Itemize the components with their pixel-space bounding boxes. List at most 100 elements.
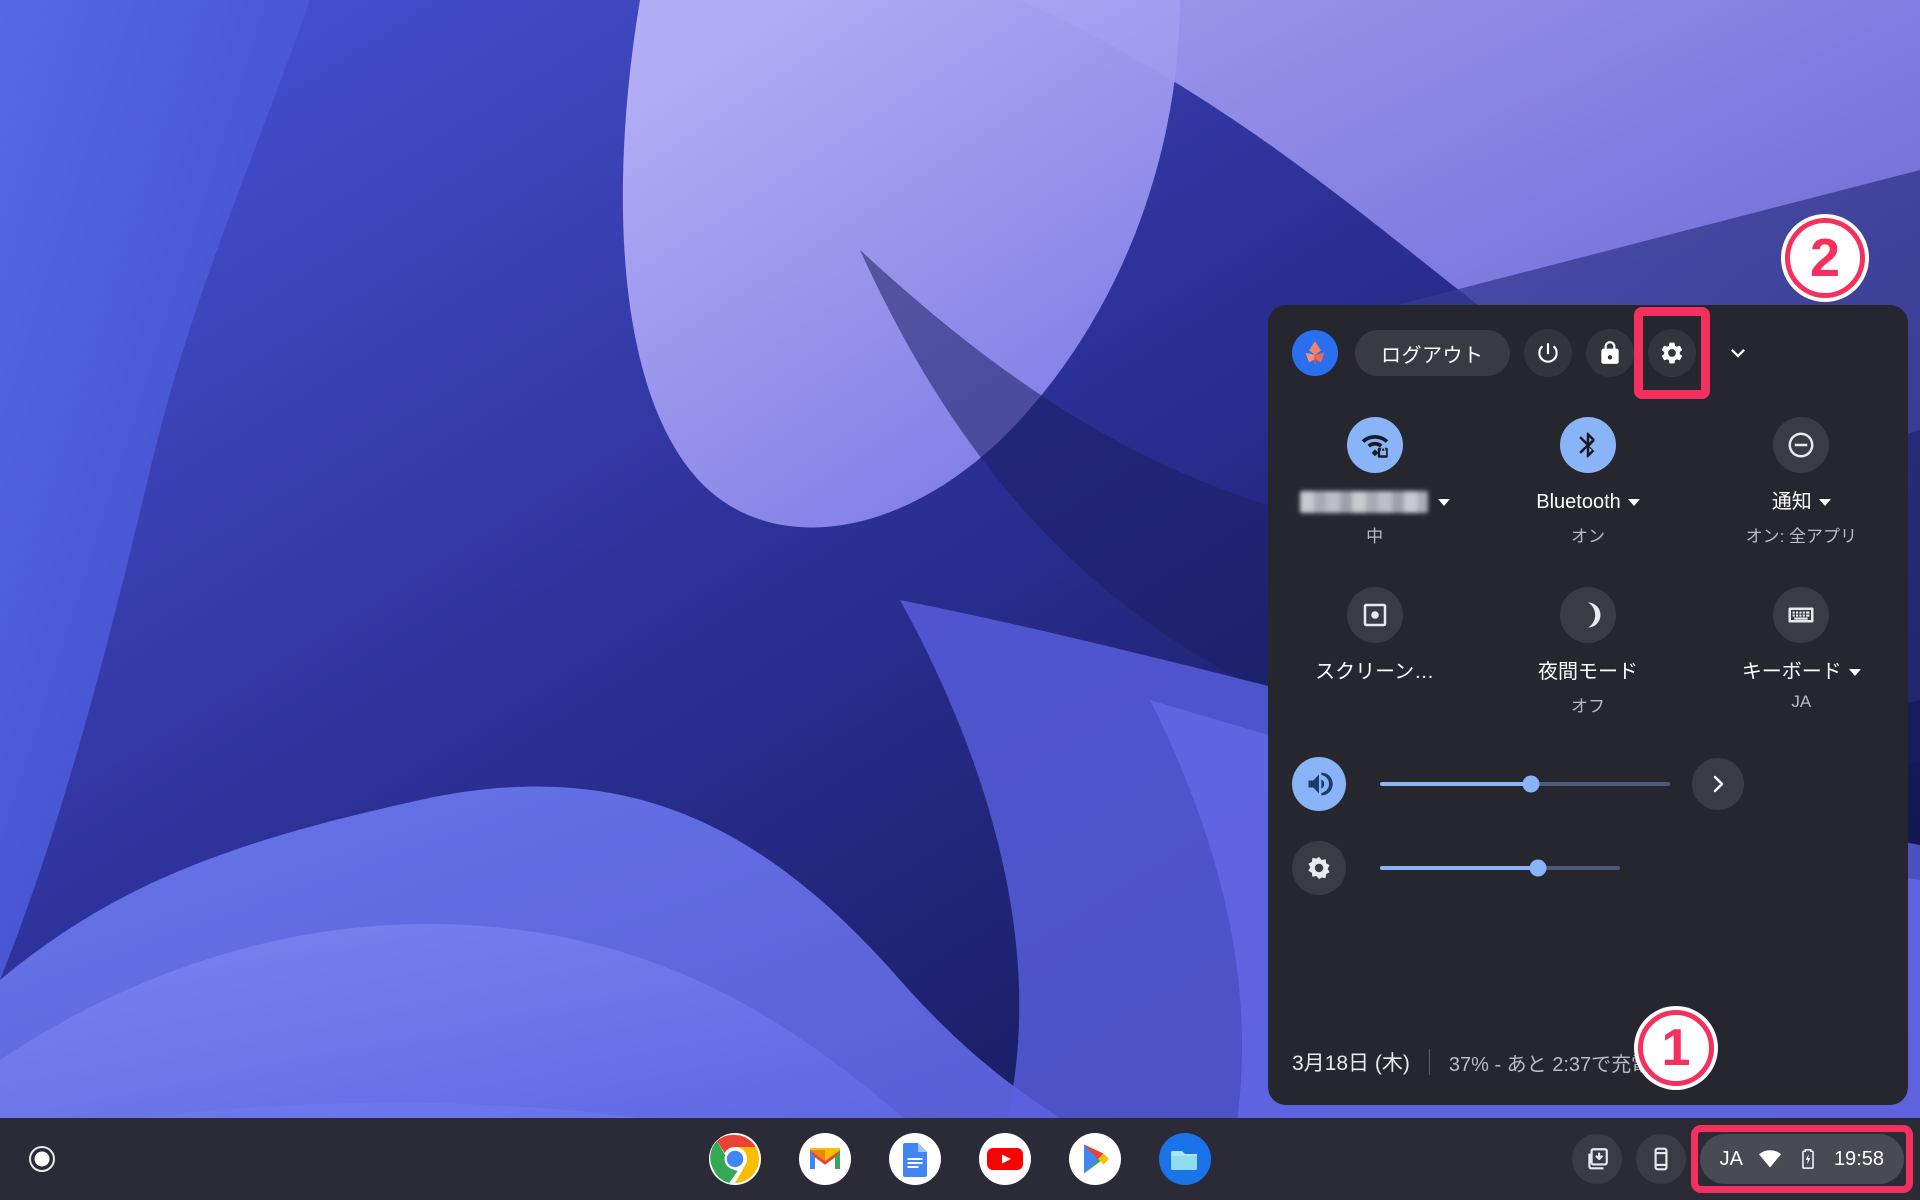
do-not-disturb-icon [1788, 432, 1814, 458]
sign-out-label: ログアウト [1381, 344, 1484, 367]
power-button[interactable] [1523, 329, 1572, 377]
tile-bluetooth-label: Bluetooth [1536, 491, 1640, 513]
launcher-circle-icon [29, 1146, 55, 1172]
sign-out-button[interactable]: ログアウト [1355, 330, 1510, 376]
tile-night-light[interactable]: 夜間モード オフ [1481, 587, 1694, 717]
clock-label[interactable]: 19:58 [1834, 1148, 1884, 1171]
shelf-app-youtube[interactable] [978, 1132, 1032, 1186]
phone-hub-icon [1654, 1147, 1668, 1171]
tile-keyboard-circle [1773, 587, 1830, 643]
date-label[interactable]: 3月18日 (木) [1292, 1047, 1410, 1077]
power-icon [1537, 343, 1558, 363]
network-ssid-redacted [1299, 491, 1428, 513]
tile-network-circle [1346, 417, 1403, 473]
tile-bluetooth-circle [1559, 417, 1616, 473]
volume-slider-knob[interactable] [1522, 775, 1540, 793]
brightness-button[interactable] [1292, 841, 1346, 895]
shelf-app-gmail[interactable] [798, 1132, 852, 1186]
shelf-app-chrome[interactable] [708, 1132, 762, 1186]
gmail-icon [799, 1133, 851, 1185]
brightness-slider-knob[interactable] [1529, 859, 1547, 877]
screen-capture-tray-icon [1587, 1148, 1608, 1170]
butterfly-avatar-icon [1305, 341, 1325, 365]
lock-button[interactable] [1585, 329, 1634, 377]
tile-network[interactable]: 中 [1268, 417, 1481, 547]
volume-mute-button[interactable] [1292, 757, 1346, 811]
chevron-down-icon [1848, 668, 1861, 676]
screen-capture-icon [1363, 603, 1386, 627]
shelf-app-docs[interactable] [888, 1132, 942, 1186]
desktop-root: ログアウト 中 Bluetooth オン 通知 オン: 全アプリ スクリーン… … [0, 0, 1920, 1200]
docs-icon [889, 1133, 941, 1185]
play-store-icon [1069, 1133, 1121, 1185]
ime-indicator[interactable]: JA [1720, 1148, 1743, 1171]
tile-bluetooth-sublabel: オン [1570, 527, 1605, 546]
audio-settings-button[interactable] [1692, 758, 1744, 810]
tile-keyboard-label-text: キーボード [1741, 661, 1842, 683]
tile-night-light-sublabel: オフ [1570, 697, 1605, 716]
tile-night-light-label: 夜間モード [1538, 661, 1638, 683]
step-marker-2: 2 [1785, 218, 1865, 298]
brightness-slider-row [1292, 839, 1888, 897]
tile-notifications[interactable]: 通知 オン: 全アプリ [1695, 417, 1908, 547]
bluetooth-icon [1579, 432, 1595, 458]
settings-button[interactable] [1647, 329, 1696, 377]
step-marker-1-glyph: 1 [1661, 1019, 1691, 1077]
battery-charging-icon [1802, 1149, 1814, 1169]
tile-bluetooth-label-text: Bluetooth [1536, 491, 1621, 513]
step-marker-1: 1 [1638, 1010, 1714, 1086]
shelf: JA 19:58 [0, 1118, 1920, 1200]
footer-divider [1428, 1049, 1430, 1075]
wifi-icon [1758, 1150, 1781, 1168]
tile-keyboard[interactable]: キーボード JA [1695, 587, 1908, 717]
lock-icon [1600, 341, 1619, 364]
tile-screen-capture-label-text: スクリーン… [1315, 661, 1435, 683]
volume-icon [1308, 772, 1333, 796]
volume-slider-fill [1380, 782, 1531, 786]
tile-screen-capture-label: スクリーン… [1315, 661, 1434, 683]
gear-icon [1661, 342, 1682, 364]
quick-settings-header: ログアウト [1268, 305, 1908, 401]
chevron-down-icon [1730, 349, 1745, 358]
settings-button-wrapper [1633, 307, 1710, 399]
launcher-button[interactable] [14, 1131, 70, 1187]
tile-keyboard-label: キーボード [1742, 661, 1861, 683]
brightness-slider-track[interactable] [1380, 859, 1620, 877]
chevron-down-icon [1437, 498, 1450, 506]
quick-settings-footer: 3月18日 (木) 37% - あと 2:37で充電完了 [1268, 1019, 1908, 1105]
moon-icon [1575, 602, 1601, 628]
step-marker-2-glyph: 2 [1809, 228, 1841, 288]
tile-night-light-label-text: 夜間モード [1537, 661, 1638, 683]
shelf-app-files[interactable] [1158, 1132, 1212, 1186]
shelf-tray: JA 19:58 [1571, 1125, 1913, 1193]
chrome-icon [709, 1133, 761, 1185]
collapse-button[interactable] [1714, 329, 1762, 377]
tile-screen-capture-circle [1346, 587, 1403, 643]
status-area[interactable]: JA 19:58 [1690, 1125, 1913, 1193]
feature-tile-row-1: 中 Bluetooth オン 通知 オン: 全アプリ [1268, 417, 1908, 547]
screen-capture-tray-button[interactable] [1571, 1134, 1622, 1184]
youtube-icon [979, 1133, 1031, 1185]
phone-hub-button[interactable] [1635, 1134, 1686, 1184]
tile-notifications-sublabel: オン: 全アプリ [1745, 527, 1858, 546]
brightness-slider-fill [1380, 866, 1539, 870]
tile-bluetooth[interactable]: Bluetooth オン [1481, 417, 1694, 547]
feature-tile-row-2: スクリーン… 夜間モード オフ キーボード JA [1268, 587, 1908, 717]
quick-settings-panel: ログアウト 中 Bluetooth オン 通知 オン: 全アプリ スクリーン… … [1268, 305, 1908, 1105]
tile-screen-capture[interactable]: スクリーン… [1268, 587, 1481, 717]
tile-night-light-circle [1559, 587, 1616, 643]
brightness-icon [1308, 856, 1330, 880]
files-icon [1159, 1133, 1211, 1185]
tile-notifications-circle [1773, 417, 1830, 473]
avatar[interactable] [1292, 330, 1338, 376]
shelf-app-play-store[interactable] [1068, 1132, 1122, 1186]
chevron-down-icon [1627, 498, 1640, 506]
tile-keyboard-sublabel: JA [1791, 692, 1812, 711]
tile-network-sublabel: 中 [1366, 527, 1384, 546]
tile-network-label [1299, 491, 1450, 513]
shelf-app-list [708, 1132, 1212, 1186]
tile-notifications-label: 通知 [1772, 491, 1831, 513]
volume-slider-row [1292, 755, 1888, 813]
volume-slider-track[interactable] [1380, 775, 1670, 793]
tile-notifications-label-text: 通知 [1771, 491, 1812, 513]
